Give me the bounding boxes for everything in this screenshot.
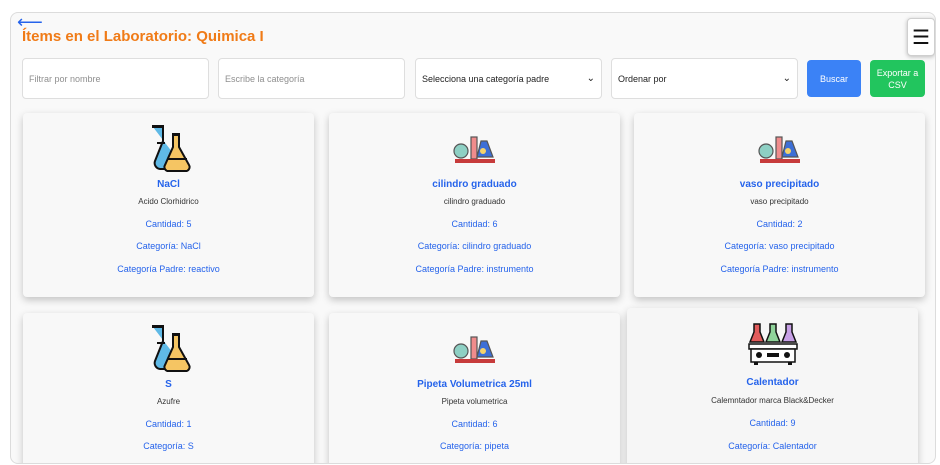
item-card[interactable]: cilindro graduado cilindro graduado Cant…	[329, 113, 620, 297]
category-filter-input[interactable]: Escribe la categoría	[218, 58, 405, 99]
item-name[interactable]: Calentador	[627, 377, 918, 388]
flasks-icon	[151, 125, 191, 173]
item-category: Categoría: pipeta	[439, 441, 510, 451]
menu-button[interactable]: ☰	[907, 18, 935, 56]
item-description: Acido Clorhidrico	[138, 197, 199, 206]
lab-equipment-icon	[757, 136, 800, 163]
item-description: cilindro graduado	[443, 197, 506, 206]
item-description: Calemntador marca Black&Decker	[711, 396, 834, 405]
item-name[interactable]: Pipeta Volumetrica 25ml	[329, 379, 620, 390]
item-parent-category: Categoría Padre: reactivo	[117, 264, 220, 274]
item-category: Categoría: cilindro graduado	[417, 241, 532, 251]
item-category: Categoría: vaso precipitado	[724, 241, 835, 251]
export-label-line2: CSV	[888, 79, 907, 90]
item-quantity: Cantidad: 1	[145, 419, 192, 429]
hot-plate-icon	[747, 323, 798, 365]
parent-category-select-value: Selecciona una categoría padre	[422, 73, 550, 84]
search-button[interactable]: Buscar	[807, 60, 861, 97]
item-card[interactable]: NaCl Acido Clorhidrico Cantidad: 5 Categ…	[23, 113, 314, 297]
flasks-icon	[151, 325, 191, 373]
export-csv-button[interactable]: Exportar a CSV	[870, 60, 925, 97]
lab-equipment-icon	[452, 336, 495, 363]
item-card[interactable]: Calentador Calemntador marca Black&Decke…	[627, 308, 918, 463]
order-select[interactable]: Ordenar por ⌄	[611, 58, 798, 99]
parent-category-select[interactable]: Selecciona una categoría padre ⌄	[415, 58, 602, 99]
item-category: Categoría: S	[143, 441, 194, 451]
item-description: vaso precipitado	[750, 197, 809, 206]
chevron-down-icon: ⌄	[782, 73, 791, 84]
item-category: Categoría: Calentador	[728, 441, 817, 451]
item-parent-category: Categoría Padre: instrumento	[720, 264, 839, 274]
lab-equipment-icon	[452, 136, 495, 163]
item-card[interactable]: S Azufre Cantidad: 1 Categoría: S	[23, 313, 314, 463]
item-quantity: Cantidad: 6	[451, 219, 498, 229]
item-name[interactable]: NaCl	[23, 179, 314, 190]
item-category: Categoría: NaCl	[136, 241, 201, 251]
item-description: Azufre	[156, 397, 181, 406]
order-select-value: Ordenar por	[618, 73, 667, 84]
item-quantity: Cantidad: 6	[451, 419, 498, 429]
item-quantity: Cantidad: 5	[145, 219, 192, 229]
item-name[interactable]: cilindro graduado	[329, 179, 620, 190]
item-name[interactable]: S	[23, 379, 314, 390]
page-container: ⟵ Ítems en el Laboratorio: Quimica I ☰ F…	[10, 12, 936, 464]
item-parent-category: Categoría Padre: instrumento	[415, 264, 534, 274]
page-title: Ítems en el Laboratorio: Quimica I	[22, 28, 264, 45]
item-card[interactable]: Pipeta Volumetrica 25ml Pipeta volumetri…	[329, 313, 620, 463]
export-label-line1: Exportar a	[876, 67, 919, 78]
hamburger-icon: ☰	[912, 26, 930, 49]
item-quantity: Cantidad: 9	[749, 418, 796, 428]
chevron-down-icon: ⌄	[586, 73, 595, 84]
name-filter-input[interactable]: Filtrar por nombre	[22, 58, 209, 99]
item-quantity: Cantidad: 2	[756, 219, 803, 229]
item-name[interactable]: vaso precipitado	[634, 179, 925, 190]
item-card[interactable]: vaso precipitado vaso precipitado Cantid…	[634, 113, 925, 297]
item-description: Pipeta volumetrica	[441, 397, 508, 406]
